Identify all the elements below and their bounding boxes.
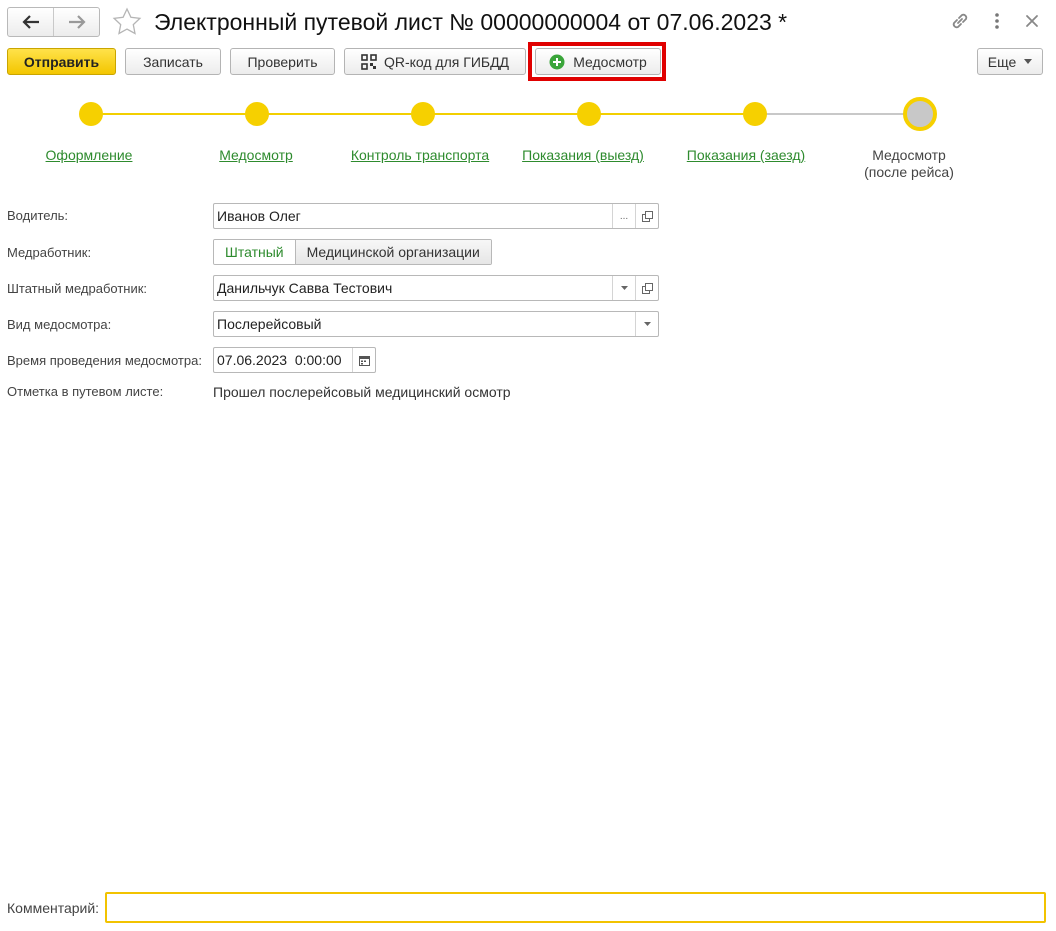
driver-field[interactable]: ... <box>213 203 659 229</box>
step-dot-3 <box>411 102 435 126</box>
open-button[interactable] <box>635 204 658 228</box>
waybill-mark-label: Отметка в путевом листе: <box>7 384 164 399</box>
step-oformlenie[interactable]: Оформление <box>9 147 169 164</box>
dropdown-button[interactable] <box>612 276 635 300</box>
forward-arrow-icon <box>68 15 86 29</box>
step-medosmotr-after-trip: Медосмотр (после рейса) <box>829 147 989 181</box>
medworker-option-organization[interactable]: Медицинской организации <box>294 240 491 264</box>
step-readings-arrival[interactable]: Показания (заезд) <box>666 147 826 164</box>
exam-time-label: Время проведения медосмотра: <box>7 353 202 368</box>
close-button[interactable] <box>1022 10 1042 35</box>
medworker-option-staff[interactable]: Штатный <box>214 240 295 264</box>
qr-code-button[interactable]: QR-код для ГИБДД <box>344 48 526 75</box>
more-actions-button[interactable] <box>990 10 1004 35</box>
dropdown-button[interactable] <box>635 312 658 336</box>
comment-field[interactable] <box>105 892 1046 923</box>
link-icon <box>952 13 968 29</box>
more-vertical-icon <box>995 13 999 29</box>
qr-code-icon <box>361 53 377 70</box>
close-icon <box>1026 15 1038 27</box>
comment-label: Комментарий: <box>7 900 100 916</box>
step-dot-current <box>903 97 937 131</box>
step-link[interactable]: Медосмотр <box>219 147 293 163</box>
staff-medworker-input[interactable] <box>214 277 612 299</box>
step-medosmotr[interactable]: Медосмотр <box>176 147 336 164</box>
highlight-frame <box>528 42 666 81</box>
open-window-icon <box>641 210 653 222</box>
back-button[interactable] <box>8 8 53 36</box>
step-label-line1: Медосмотр <box>872 147 946 163</box>
open-window-icon <box>641 282 653 294</box>
calendar-icon <box>358 355 370 366</box>
favorite-star-button[interactable] <box>112 7 142 40</box>
driver-label: Водитель: <box>7 208 69 223</box>
star-icon <box>112 7 142 35</box>
save-button[interactable]: Записать <box>125 48 221 75</box>
back-arrow-icon <box>21 15 39 29</box>
step-dot-4 <box>577 102 601 126</box>
chevron-down-icon <box>643 322 651 326</box>
exam-type-input[interactable] <box>214 313 635 335</box>
send-button[interactable]: Отправить <box>7 48 116 75</box>
driver-input[interactable] <box>214 205 612 227</box>
link-button[interactable] <box>949 10 971 35</box>
medworker-label: Медработник: <box>7 245 92 260</box>
step-transport-control[interactable]: Контроль транспорта <box>340 147 500 164</box>
progress-track-pending <box>755 113 920 115</box>
more-button-label: Еще <box>987 53 1017 70</box>
check-button-label: Проверить <box>247 53 318 70</box>
step-readings-departure[interactable]: Показания (выезд) <box>503 147 663 164</box>
exam-time-field[interactable] <box>213 347 376 373</box>
comment-input[interactable] <box>107 894 1044 921</box>
step-link[interactable]: Контроль транспорта <box>351 147 489 163</box>
select-button[interactable]: ... <box>612 204 635 228</box>
step-dot-1 <box>79 102 103 126</box>
step-link[interactable]: Показания (выезд) <box>522 147 644 163</box>
send-button-label: Отправить <box>23 53 100 70</box>
forward-button[interactable] <box>53 8 99 36</box>
medworker-toggle: Штатный Медицинской организации <box>213 239 492 265</box>
exam-time-input[interactable] <box>214 349 352 371</box>
save-button-label: Записать <box>143 53 203 70</box>
exam-type-label: Вид медосмотра: <box>7 317 112 332</box>
navigation-buttons <box>7 7 100 37</box>
check-button[interactable]: Проверить <box>230 48 335 75</box>
exam-type-field[interactable] <box>213 311 659 337</box>
step-dot-5 <box>743 102 767 126</box>
step-label-line2: (после рейса) <box>864 164 954 180</box>
step-link[interactable]: Показания (заезд) <box>687 147 805 163</box>
chevron-down-icon <box>620 286 628 290</box>
qr-code-button-label: QR-код для ГИБДД <box>383 53 510 70</box>
step-link[interactable]: Оформление <box>46 147 133 163</box>
step-dot-2 <box>245 102 269 126</box>
page-title: Электронный путевой лист № 00000000004 о… <box>154 9 788 35</box>
waybill-mark-value: Прошел послерейсовый медицинский осмотр <box>213 384 511 400</box>
open-button[interactable] <box>635 276 658 300</box>
calendar-button[interactable] <box>352 348 375 372</box>
staff-medworker-field[interactable] <box>213 275 659 301</box>
chevron-down-icon <box>1024 59 1033 64</box>
staff-medworker-label: Штатный медработник: <box>7 281 148 296</box>
more-dropdown-button[interactable]: Еще <box>977 48 1043 75</box>
